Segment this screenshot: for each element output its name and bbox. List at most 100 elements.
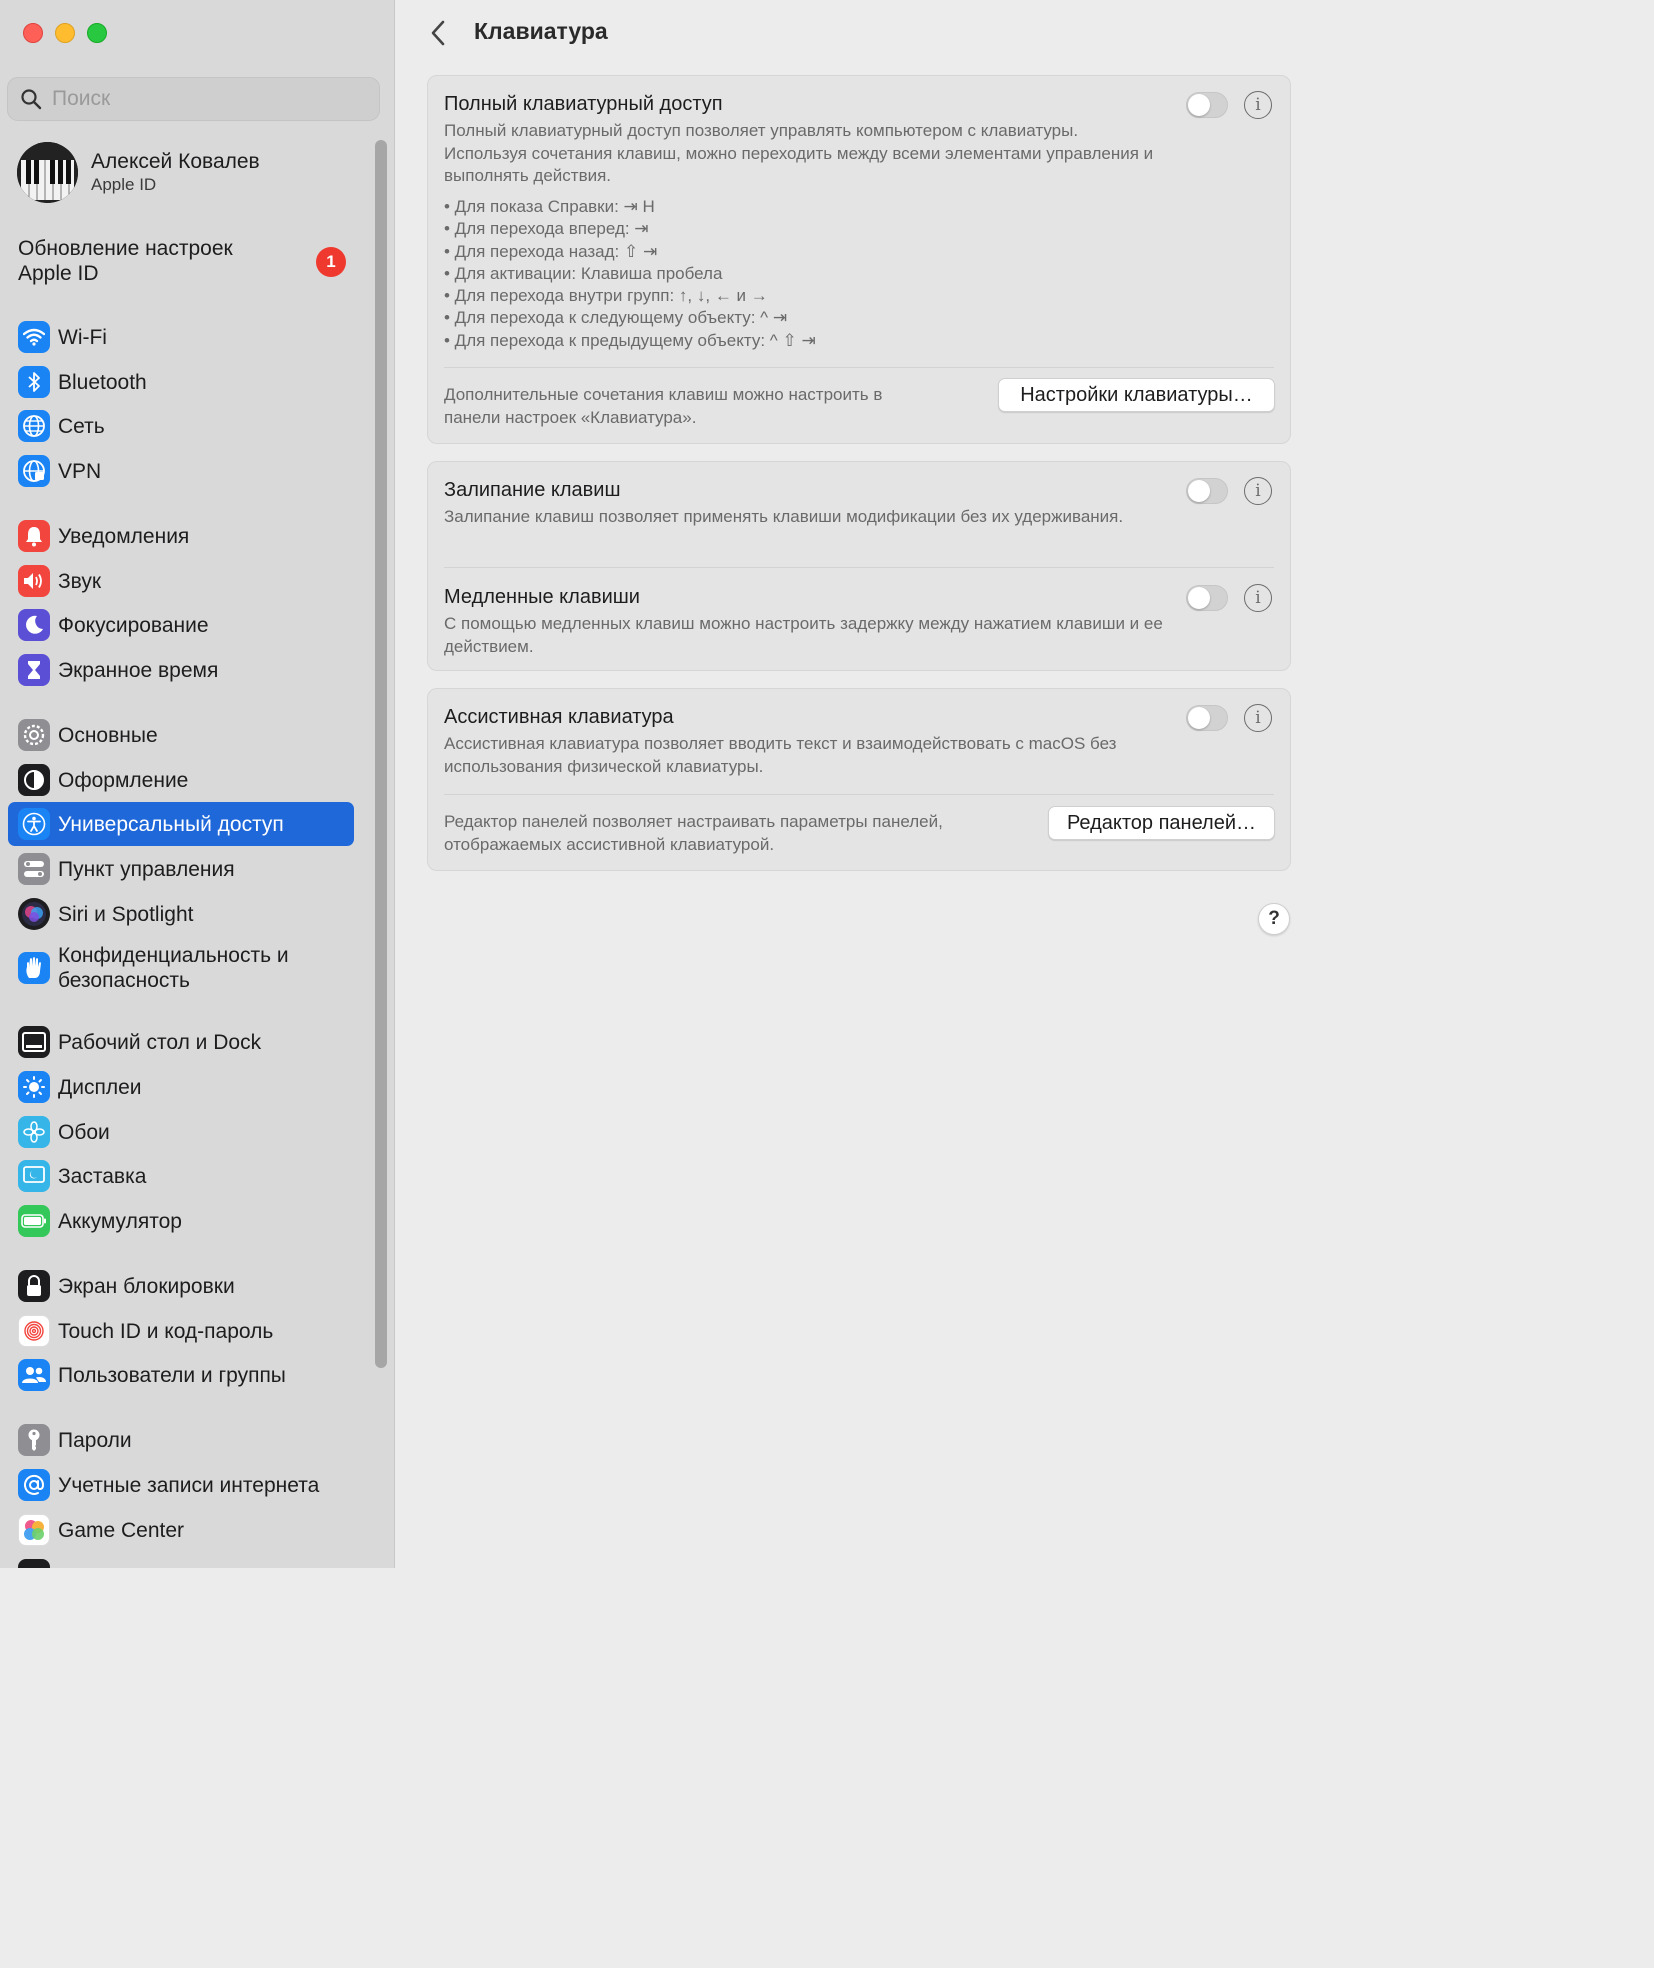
sticky-keys-title: Залипание клавиш <box>444 479 621 501</box>
sidebar-item-label: Bluetooth <box>58 370 147 394</box>
update-badge: 1 <box>316 247 346 277</box>
avatar <box>17 141 78 203</box>
accessibility-icon <box>18 808 50 840</box>
sticky-keys-toggle[interactable] <box>1186 478 1228 504</box>
sidebar-item-screensaver[interactable]: Заставка <box>8 1154 354 1198</box>
sidebar-item-general[interactable]: Основные <box>8 713 354 757</box>
sidebar-scrollbar[interactable] <box>375 140 387 1368</box>
assistive-keyboard-description: Ассистивная клавиатура позволяет вводить… <box>444 734 1117 776</box>
help-button[interactable]: ? <box>1258 903 1290 935</box>
sidebar-item-displays[interactable]: Дисплеи <box>8 1065 354 1109</box>
sidebar-item-wallpaper[interactable]: Обои <box>8 1110 354 1154</box>
sidebar-item-label: Экран блокировки <box>58 1274 235 1298</box>
shortcut-help: • Для показа Справки: ⇥ H <box>444 197 655 216</box>
shortcut-within-groups: • Для перехода внутри групп: ↑, ↓, ← и → <box>444 286 768 306</box>
moon-icon <box>18 609 50 641</box>
sidebar-item-label: Рабочий стол и Dock <box>58 1030 262 1054</box>
sidebar-item-appearance[interactable]: Оформление <box>8 758 354 802</box>
divider <box>444 794 1274 795</box>
sidebar-item-label: Фокусирование <box>58 613 209 637</box>
sidebar-item-focus[interactable]: Фокусирование <box>8 603 354 647</box>
sidebar-item-siri-spotlight[interactable]: Siri и Spotlight <box>8 892 354 936</box>
search-input[interactable] <box>52 87 352 111</box>
slow-keys-title: Медленные клавиши <box>444 586 640 608</box>
sidebar-item-label: Обои <box>58 1120 110 1144</box>
sidebar-item-label: Учетные записи интернета <box>58 1473 320 1497</box>
apple-id-update-item[interactable]: Обновление настроек Apple ID 1 <box>18 236 348 286</box>
main-content: Клавиатура Полный клавиатурный доступ i … <box>396 0 1318 1568</box>
full-keyboard-access-description: Полный клавиатурный доступ позволяет упр… <box>444 121 1154 185</box>
apple-id-account[interactable]: Алексей Ковалев Apple ID <box>17 140 357 204</box>
sidebar-item-notifications[interactable]: Уведомления <box>8 514 354 558</box>
update-label: Обновление настроек Apple ID <box>18 237 233 285</box>
sun-icon <box>18 1071 50 1103</box>
assistive-keyboard-toggle[interactable] <box>1186 705 1228 731</box>
search-field[interactable] <box>7 77 380 121</box>
sidebar-item-label: Уведомления <box>58 524 190 548</box>
sidebar-item-partial <box>8 1553 354 1568</box>
full-keyboard-access-toggle[interactable] <box>1186 92 1228 118</box>
shortcut-forward: • Для перехода вперед: ⇥ <box>444 219 649 239</box>
users-icon <box>18 1359 50 1391</box>
shortcut-activate: • Для активации: Клавиша пробела <box>444 263 723 283</box>
sidebar-item-screen-time[interactable]: Экранное время <box>8 648 354 692</box>
sidebar-item-vpn[interactable]: VPN <box>8 449 354 493</box>
sidebar-item-passwords[interactable]: Пароли <box>8 1418 354 1462</box>
bell-icon <box>18 520 50 552</box>
siri-icon <box>18 898 50 930</box>
sidebar-item-wifi[interactable]: Wi-Fi <box>8 315 354 359</box>
page-title: Клавиатура <box>474 18 608 44</box>
sidebar-item-desktop-dock[interactable]: Рабочий стол и Dock <box>8 1020 354 1064</box>
assistive-keyboard-title: Ассистивная клавиатура <box>444 706 674 728</box>
panel-editor-button[interactable]: Редактор панелей… <box>1048 806 1275 840</box>
control-center-icon <box>18 853 50 885</box>
close-window-button[interactable] <box>23 23 43 43</box>
maximize-window-button[interactable] <box>87 23 107 43</box>
keyboard-settings-button[interactable]: Настройки клавиатуры… <box>998 378 1275 412</box>
divider <box>444 567 1274 568</box>
sidebar-item-label: Оформление <box>58 768 189 792</box>
sidebar-item-network[interactable]: Сеть <box>8 404 354 448</box>
screensaver-icon <box>18 1160 50 1192</box>
slow-keys-info-button[interactable]: i <box>1244 584 1272 612</box>
full-keyboard-access-card: Полный клавиатурный доступ i Полный клав… <box>427 75 1291 444</box>
sidebar-item-label: Конфиденциальность и безопасность <box>58 944 289 992</box>
sidebar-item-lock-screen[interactable]: Экран блокировки <box>8 1264 354 1308</box>
flower-icon <box>18 1116 50 1148</box>
minimize-window-button[interactable] <box>55 23 75 43</box>
sidebar-item-battery[interactable]: Аккумулятор <box>8 1199 354 1243</box>
sidebar-item-privacy[interactable]: Конфиденциальность и безопасность <box>8 939 354 997</box>
back-button[interactable] <box>426 18 450 48</box>
sidebar-item-internet-accounts[interactable]: Учетные записи интернета <box>8 1463 354 1507</box>
sidebar-item-accessibility[interactable]: Универсальный доступ <box>8 802 354 846</box>
hand-icon <box>18 952 50 984</box>
sidebar-item-label: Сеть <box>58 414 105 438</box>
speaker-icon <box>18 565 50 597</box>
key-icon <box>18 1424 50 1456</box>
slow-keys-description: С помощью медленных клавиш можно настрои… <box>444 614 1163 656</box>
sidebar-item-game-center[interactable]: Game Center <box>8 1508 354 1552</box>
sticky-keys-info-button[interactable]: i <box>1244 477 1272 505</box>
sidebar-item-label: Универсальный доступ <box>58 812 284 836</box>
assistive-keyboard-info-button[interactable]: i <box>1244 704 1272 732</box>
gear-icon <box>18 719 50 751</box>
full-keyboard-access-info-button[interactable]: i <box>1244 91 1272 119</box>
sidebar-item-label: Wi-Fi <box>58 325 107 349</box>
slow-keys-toggle[interactable] <box>1186 585 1228 611</box>
sidebar-item-sound[interactable]: Звук <box>8 559 354 603</box>
dock-icon <box>18 1026 50 1058</box>
sticky-slow-keys-card: Залипание клавиш i Залипание клавиш позв… <box>427 461 1291 671</box>
assistive-keyboard-card: Ассистивная клавиатура i Ассистивная кла… <box>427 688 1291 871</box>
sidebar-item-bluetooth[interactable]: Bluetooth <box>8 360 354 404</box>
sidebar-item-touch-id[interactable]: Touch ID и код-пароль <box>8 1309 354 1353</box>
sidebar-item-label: Пользователи и группы <box>58 1363 286 1387</box>
sidebar-item-label: Звук <box>58 569 102 593</box>
sticky-keys-description: Залипание клавиш позволяет применять кла… <box>444 507 1124 526</box>
sidebar-item-users-groups[interactable]: Пользователи и группы <box>8 1353 354 1397</box>
divider <box>444 367 1274 368</box>
sidebar-item-control-center[interactable]: Пункт управления <box>8 847 354 891</box>
shortcut-next-object: • Для перехода к следующему объекту: ^ ⇥ <box>444 308 788 328</box>
sidebar-item-label: Аккумулятор <box>58 1209 182 1233</box>
lock-icon <box>18 1270 50 1302</box>
shortcut-back: • Для перехода назад: ⇧ ⇥ <box>444 241 658 261</box>
